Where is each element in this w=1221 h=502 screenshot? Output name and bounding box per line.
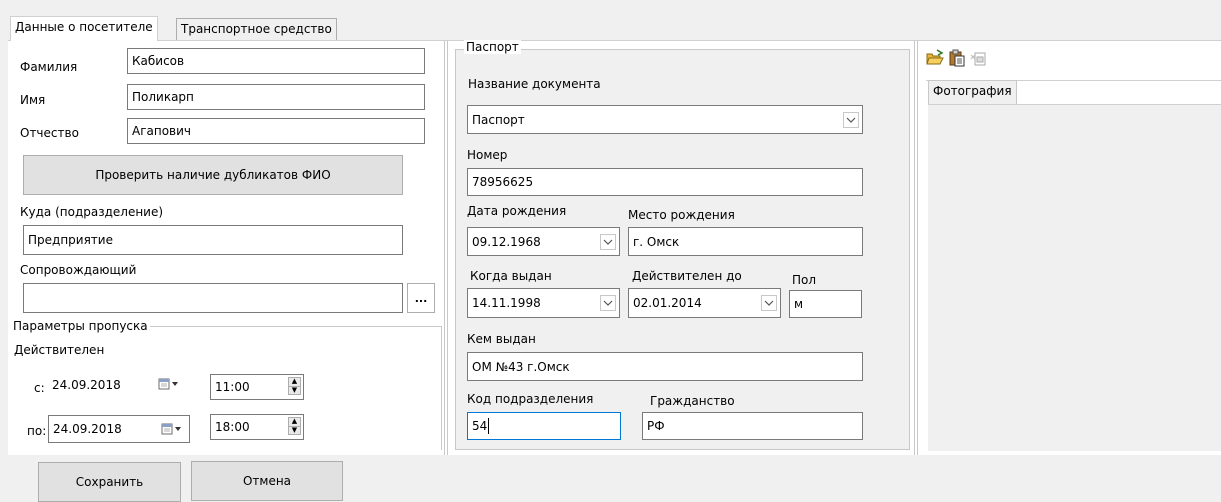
destination-field[interactable]: Предприятие (23, 225, 403, 255)
dept-code-value: 54 (472, 419, 488, 433)
cancel-button[interactable]: Отмена (191, 461, 343, 501)
spin-up-icon[interactable]: ▲ (289, 378, 300, 386)
passport-title: Паспорт (464, 40, 521, 54)
column-separator (914, 41, 915, 455)
escort-field[interactable] (23, 283, 403, 313)
issued-by-label: Кем выдан (467, 332, 536, 346)
spin-down-icon[interactable]: ▼ (289, 425, 300, 435)
destination-label: Куда (подразделение) (20, 205, 164, 219)
from-label: с: (34, 381, 45, 395)
citizenship-field[interactable]: РФ (642, 412, 863, 440)
last-name-label: Фамилия (20, 60, 78, 74)
birth-place-field[interactable]: г. Омск (628, 227, 863, 256)
doc-name-value: Паспорт (472, 112, 525, 127)
issued-date-picker[interactable]: 14.11.1998 (467, 288, 620, 318)
number-label: Номер (467, 148, 508, 162)
last-name-field[interactable]: Кабисов (127, 48, 425, 74)
check-duplicates-button[interactable]: Проверить наличие дубликатов ФИО (23, 155, 403, 195)
doc-name-label: Название документа (468, 77, 601, 91)
column-separator (444, 41, 445, 455)
sex-label: Пол (792, 273, 817, 287)
tab-vehicle[interactable]: Транспортное средство (176, 18, 337, 40)
from-date-picker[interactable]: 24.09.2018 (48, 372, 190, 398)
text-caret (488, 418, 490, 434)
to-time-field[interactable]: 18:00 ▲ ▼ (210, 414, 304, 440)
spin-down-icon[interactable]: ▼ (289, 385, 300, 395)
first-name-label: Имя (20, 93, 46, 107)
photo-area (928, 104, 1221, 451)
chevron-down-icon[interactable] (843, 111, 859, 128)
valid-until-label: Действителен до (632, 269, 742, 283)
column-separator (917, 41, 918, 455)
save-button[interactable]: Сохранить (38, 462, 181, 502)
pass-params-title: Параметры пропуска (11, 319, 150, 333)
to-date-picker[interactable]: 24.09.2018 (48, 415, 190, 443)
paste-icon[interactable] (948, 49, 966, 70)
photo-toolbar (926, 49, 988, 70)
patronymic-field[interactable]: Агапович (127, 118, 425, 144)
first-name-field[interactable]: Поликарп (127, 84, 425, 110)
valid-label: Действителен (14, 343, 105, 357)
valid-until-value: 02.01.2014 (633, 296, 702, 310)
escort-label: Сопровождающий (20, 263, 137, 277)
citizenship-label: Гражданство (650, 394, 735, 408)
clear-image-icon[interactable] (970, 49, 988, 70)
issued-by-field[interactable]: ОМ №43 г.Омск (467, 352, 863, 381)
to-label: по: (27, 424, 47, 438)
from-time-value: 11:00 (215, 380, 250, 394)
valid-until-picker[interactable]: 02.01.2014 (628, 288, 781, 318)
calendar-icon[interactable] (158, 377, 180, 394)
escort-browse-button[interactable]: ... (407, 283, 435, 313)
to-time-spinner[interactable]: ▲ ▼ (288, 417, 301, 435)
from-date-value: 24.09.2018 (52, 378, 121, 392)
chevron-down-icon[interactable] (761, 295, 777, 311)
birth-date-label: Дата рождения (467, 204, 567, 218)
from-time-field[interactable]: 11:00 ▲ ▼ (210, 374, 304, 400)
birth-place-label: Место рождения (628, 208, 735, 222)
birth-date-picker[interactable]: 09.12.1968 (467, 227, 620, 256)
chevron-down-icon[interactable] (600, 233, 616, 250)
column-separator (447, 41, 448, 455)
chevron-down-icon[interactable] (600, 295, 616, 311)
birth-date-value: 09.12.1968 (472, 234, 541, 249)
to-time-value: 18:00 (215, 420, 250, 434)
sex-field[interactable]: м (789, 290, 862, 318)
number-field[interactable]: 78956625 (467, 168, 863, 196)
open-folder-icon[interactable] (926, 49, 944, 70)
from-time-spinner[interactable]: ▲ ▼ (288, 377, 301, 395)
dept-code-field[interactable]: 54 (467, 412, 621, 440)
issued-date-value: 14.11.1998 (472, 296, 541, 310)
tab-photo[interactable]: Фотография (928, 80, 1017, 104)
doc-name-select[interactable]: Паспорт (467, 105, 863, 134)
issued-label: Когда выдан (470, 269, 552, 283)
to-date-value: 24.09.2018 (53, 422, 122, 436)
patronymic-label: Отчество (20, 126, 79, 140)
dept-code-label: Код подразделения (467, 392, 594, 406)
tab-visitor-data[interactable]: Данные о посетителе (10, 16, 158, 41)
calendar-icon[interactable] (161, 422, 183, 439)
spin-up-icon[interactable]: ▲ (289, 418, 300, 426)
